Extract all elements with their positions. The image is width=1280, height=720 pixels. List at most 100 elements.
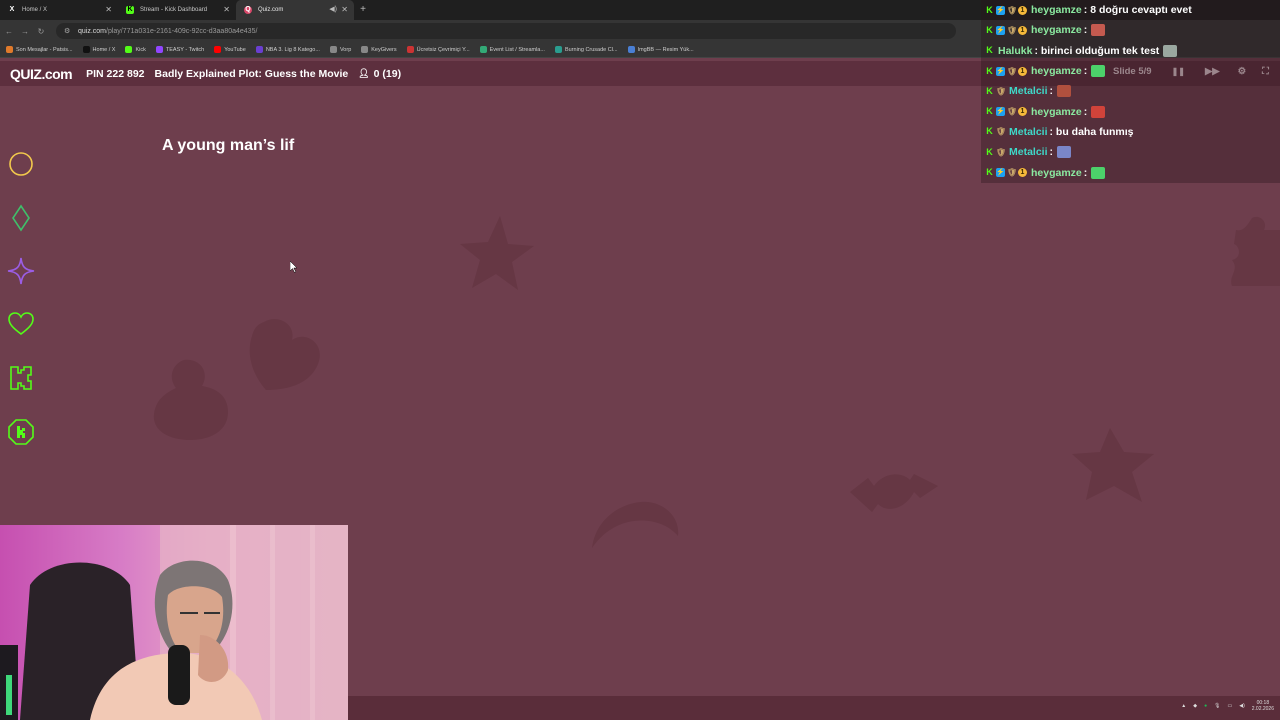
bookmark-item[interactable]: KeyGivers bbox=[361, 46, 397, 53]
chat-text: : bbox=[1083, 65, 1088, 78]
chat-username[interactable]: Metalcii bbox=[1009, 126, 1048, 138]
chat-message: K ⚡ 🛡︎ 1 heygamze: 8 doğru cevaptı evet bbox=[981, 0, 1280, 21]
verified-badge-icon: ⚡ bbox=[996, 107, 1005, 117]
back-icon[interactable]: ← bbox=[2, 27, 16, 36]
question-text: A young man’s lif bbox=[162, 137, 295, 154]
kick-badge-icon: K bbox=[986, 167, 993, 178]
volume-icon[interactable]: ◀) bbox=[1239, 703, 1245, 709]
bookmark-item[interactable]: Burning Crusade Cl... bbox=[554, 46, 618, 53]
chat-emote-icon bbox=[1091, 24, 1106, 37]
tab-quiz[interactable]: Q Quiz.com ◀) ✕ bbox=[236, 0, 354, 20]
player-count-value: 0 (19) bbox=[373, 67, 402, 80]
chat-text: : 8 doğru cevaptı evet bbox=[1083, 4, 1192, 17]
heart-icon bbox=[8, 312, 34, 336]
close-tab-icon[interactable]: ✕ bbox=[105, 5, 112, 14]
bookmark-item[interactable]: TEASY - Twitch bbox=[155, 46, 204, 53]
site-info-icon[interactable]: ⚙ bbox=[64, 27, 72, 35]
bookmark-item[interactable]: Home / X bbox=[82, 46, 116, 53]
kick-k-icon bbox=[10, 366, 32, 390]
quiz-logo[interactable]: QUIZ.com bbox=[10, 66, 73, 82]
speaker-icon[interactable]: ◀) bbox=[329, 5, 337, 13]
tab-home-x[interactable]: X Home / X ✕ bbox=[0, 0, 118, 20]
network-icon[interactable]: ◆ bbox=[1193, 703, 1197, 709]
bookmark-item[interactable]: Kick bbox=[125, 46, 146, 53]
shield-badge-icon: 🛡︎ bbox=[1007, 107, 1018, 117]
subscriber-badge-icon: 1 bbox=[1018, 25, 1027, 35]
bookmark-favicon-icon bbox=[406, 46, 414, 53]
game-pin: PIN 222 892 bbox=[86, 67, 145, 80]
close-tab-icon[interactable]: ✕ bbox=[341, 5, 348, 14]
chat-text: : birinci olduğum tek test bbox=[1034, 44, 1160, 57]
folder-icon bbox=[361, 46, 369, 53]
mouse-cursor-icon bbox=[290, 261, 298, 273]
url-path: /play/771a031e-2161-409c-92cc-d3aa80a4e4… bbox=[106, 27, 258, 35]
chat-username[interactable]: heygamze bbox=[1031, 24, 1082, 36]
new-tab-button[interactable]: + bbox=[354, 0, 372, 20]
chat-username[interactable]: Halukk bbox=[998, 45, 1032, 57]
bookmark-label: Vorp bbox=[339, 46, 352, 53]
bookmark-label: Son Mesajlar - Patsis... bbox=[16, 46, 73, 53]
display-icon[interactable]: ▭ bbox=[1228, 703, 1233, 709]
circle-icon bbox=[9, 152, 33, 176]
chevron-up-icon[interactable]: ▲ bbox=[1181, 703, 1186, 709]
bookmark-favicon-icon bbox=[554, 46, 562, 53]
bookmark-item[interactable]: Event List / Streamla... bbox=[479, 46, 545, 53]
tab-label: Quiz.com bbox=[258, 7, 284, 13]
quiz-logo-icon: Q bbox=[244, 6, 252, 14]
chat-username[interactable]: heygamze bbox=[1031, 65, 1082, 77]
bookmark-favicon-icon bbox=[479, 46, 487, 53]
chat-username[interactable]: Metalcii bbox=[1009, 146, 1048, 158]
shield-badge-icon: 🛡︎ bbox=[996, 127, 1007, 137]
shield-badge-icon: 🛡︎ bbox=[1007, 168, 1018, 178]
chat-message: K 🛡︎ Metalcii: bbox=[981, 142, 1280, 163]
chat-emote-icon bbox=[1091, 105, 1106, 118]
reload-icon[interactable]: ↻ bbox=[34, 27, 48, 36]
star-shape-right bbox=[1072, 428, 1154, 502]
kick-badge-icon: K bbox=[986, 65, 993, 76]
tab-kick-dashboard[interactable]: K Stream - Kick Dashboard ✕ bbox=[118, 0, 236, 20]
chat-emote-icon bbox=[1057, 146, 1072, 159]
chat-text: : bbox=[1083, 166, 1088, 179]
tab-label: Home / X bbox=[22, 7, 48, 13]
chat-emote-icon bbox=[1057, 85, 1072, 98]
bookmark-label: Ücretsiz Çevrimiçi Y... bbox=[416, 46, 470, 53]
bookmark-label: YouTube bbox=[224, 46, 246, 53]
url-field[interactable]: ⚙ quiz.com/play/771a031e-2161-409c-92cc-… bbox=[56, 23, 956, 39]
bookmark-label: Event List / Streamla... bbox=[489, 46, 545, 53]
bookmark-label: NBA 3. Lig 8 Katego... bbox=[265, 46, 320, 53]
bookmark-label: KeyGivers bbox=[371, 46, 397, 53]
chat-text: : bu daha funmış bbox=[1049, 125, 1134, 138]
chat-text: : bbox=[1049, 85, 1054, 98]
spotify-icon[interactable]: ● bbox=[1204, 703, 1207, 709]
microphone-icon[interactable]: 🎙︎ bbox=[1214, 703, 1220, 709]
star-shape bbox=[460, 216, 534, 290]
subscriber-badge-icon: 1 bbox=[1018, 168, 1027, 178]
forward-icon[interactable]: → bbox=[18, 27, 32, 36]
chat-overlay: K ⚡ 🛡︎ 1 heygamze: 8 doğru cevaptı evet K ⚡ 🛡︎ 1… bbox=[981, 0, 1280, 183]
chat-username[interactable]: heygamze bbox=[1031, 167, 1082, 179]
shield-badge-icon: 🛡︎ bbox=[996, 147, 1007, 157]
clock[interactable]: 00:18 2.02.2026 bbox=[1252, 700, 1274, 712]
chat-username[interactable]: heygamze bbox=[1031, 106, 1082, 118]
puzzle-shape bbox=[1231, 217, 1280, 286]
bookmark-item[interactable]: Ücretsiz Çevrimiçi Y... bbox=[406, 46, 470, 53]
bookmark-item[interactable]: Son Mesajlar - Patsis... bbox=[6, 46, 73, 53]
kick-badge-icon: K bbox=[986, 45, 993, 56]
tab-label: Stream - Kick Dashboard bbox=[140, 7, 208, 13]
close-tab-icon[interactable]: ✕ bbox=[223, 5, 230, 14]
shield-badge-icon: 🛡︎ bbox=[996, 86, 1007, 96]
verified-badge-icon: ⚡ bbox=[996, 5, 1005, 15]
quiz-title: Badly Explained Plot: Guess the Movie bbox=[154, 67, 349, 80]
bookmark-item[interactable]: ImgBB — Resim Yük... bbox=[627, 46, 694, 53]
candy-shape bbox=[850, 474, 938, 512]
youtube-logo-icon bbox=[214, 46, 222, 53]
bookmark-label: Home / X bbox=[92, 46, 116, 53]
chat-username[interactable]: Metalcii bbox=[1009, 85, 1048, 97]
moon-shape bbox=[592, 501, 679, 548]
chat-username[interactable]: heygamze bbox=[1031, 4, 1082, 16]
shield-badge-icon: 🛡︎ bbox=[1007, 5, 1018, 15]
person-icon: 👤︎ bbox=[358, 68, 370, 78]
bookmark-item[interactable]: YouTube bbox=[214, 46, 246, 53]
bookmark-item[interactable]: NBA 3. Lig 8 Katego... bbox=[255, 46, 320, 53]
bookmark-item[interactable]: Vorp bbox=[329, 46, 352, 53]
